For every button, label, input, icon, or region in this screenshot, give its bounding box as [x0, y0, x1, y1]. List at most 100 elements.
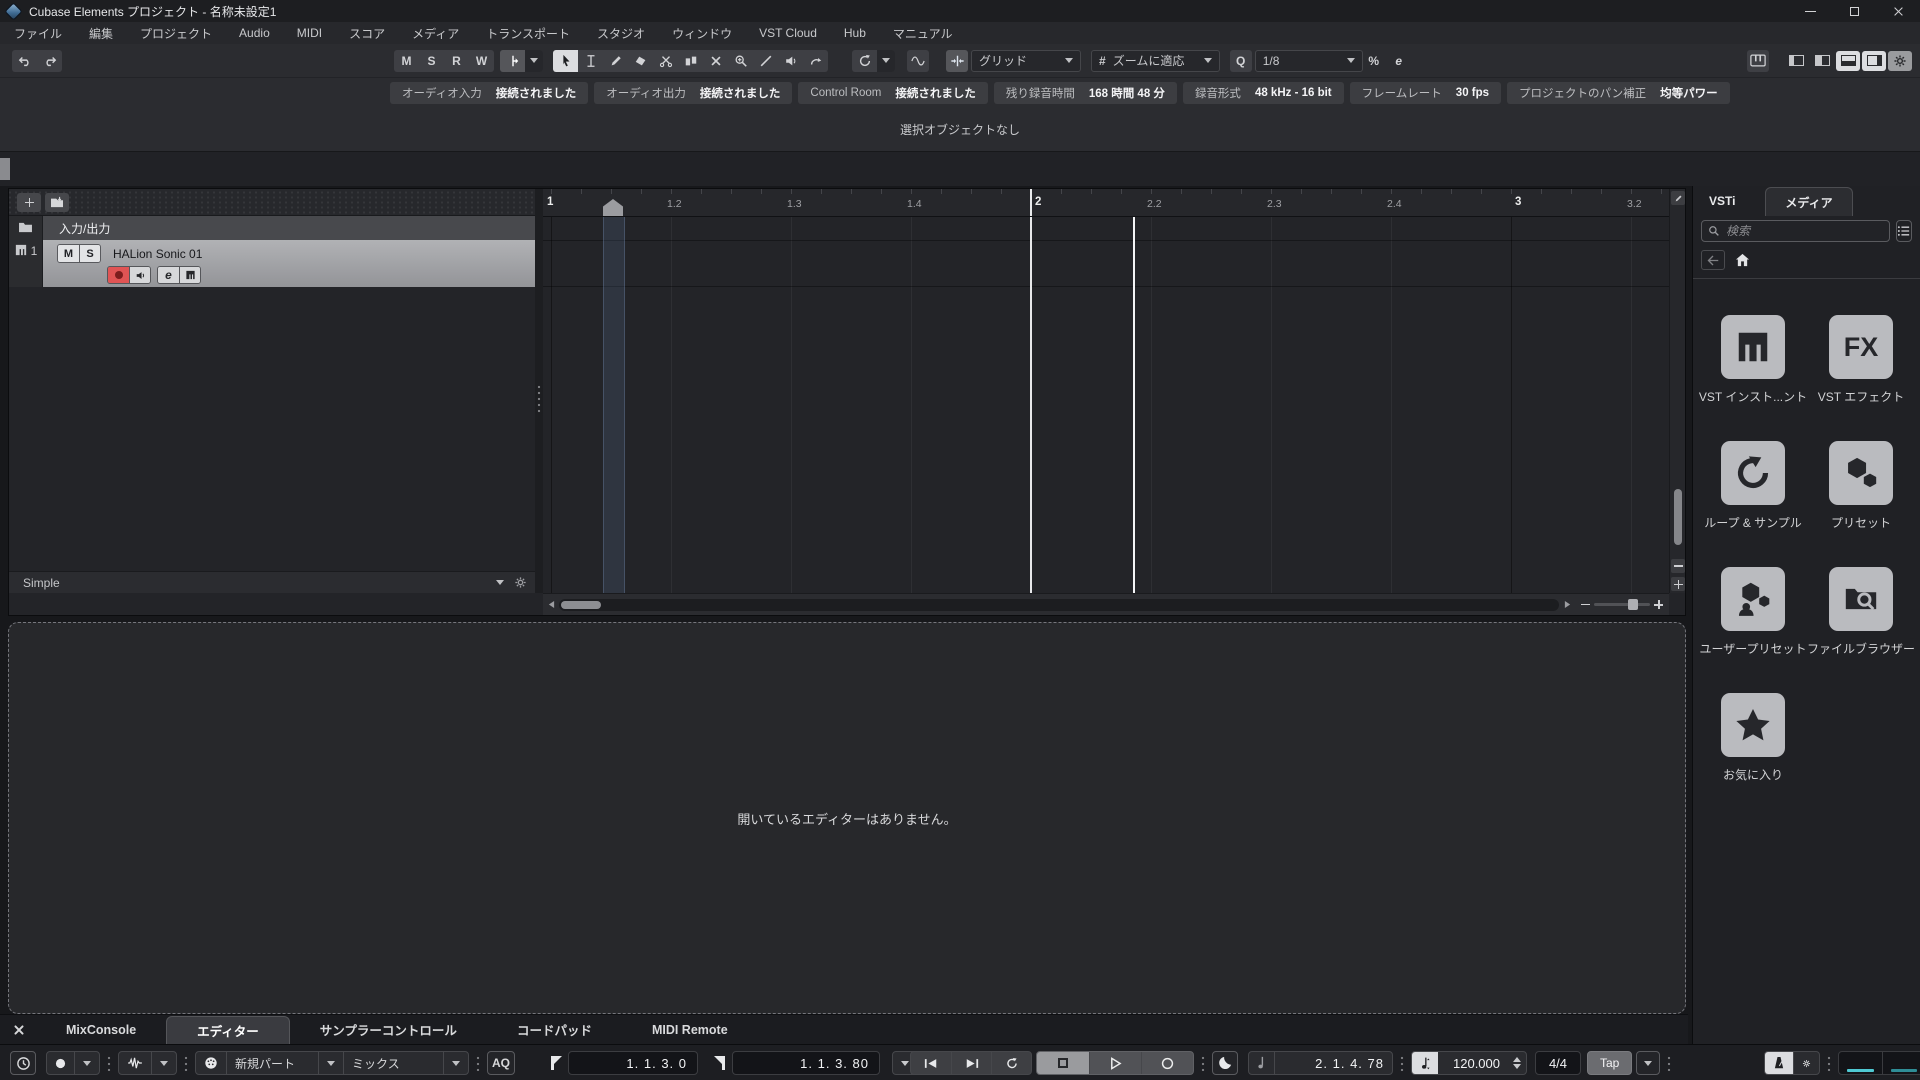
snap-type-dropdown[interactable]: グリッド — [971, 49, 1081, 72]
snap-on-off-button[interactable] — [946, 49, 968, 72]
open-quantize-panel-button[interactable]: e — [1388, 50, 1410, 72]
tempo-group[interactable]: 120.000 — [1411, 1051, 1527, 1075]
horizontal-scrollbar[interactable] — [543, 593, 1669, 615]
maximize-button[interactable] — [1832, 0, 1876, 22]
playhead-handle[interactable] — [603, 199, 623, 216]
zoom-in-vertical-button[interactable] — [1671, 577, 1685, 591]
click-settings-button[interactable] — [1793, 1052, 1819, 1074]
right-locator-icon[interactable] — [712, 1055, 728, 1071]
minimize-button[interactable] — [1788, 0, 1832, 22]
solo-all-button[interactable]: S — [419, 50, 444, 72]
divider-handle[interactable] — [0, 158, 10, 180]
home-button[interactable] — [1735, 253, 1750, 267]
zoom-in-icon[interactable] — [1654, 600, 1663, 609]
tab-sampler-control[interactable]: サンプラーコントロール — [290, 1015, 487, 1044]
view-preset-caret[interactable] — [496, 580, 504, 585]
menu-project[interactable]: プロジェクト — [140, 25, 212, 42]
autoscroll-options-button[interactable] — [525, 49, 543, 72]
track-versions-options-button[interactable] — [877, 49, 895, 72]
track-versions-button[interactable] — [852, 50, 877, 72]
frame-rate[interactable]: フレームレート 30 fps — [1349, 82, 1502, 104]
play-button[interactable] — [1089, 1052, 1141, 1074]
read-automation-button[interactable]: R — [444, 50, 469, 72]
media-tile-presets[interactable]: プリセット — [1807, 441, 1915, 531]
tool-draw[interactable] — [603, 50, 628, 72]
horizontal-scroll-thumb[interactable] — [561, 600, 601, 609]
event-grid[interactable] — [543, 217, 1669, 593]
menu-edit[interactable]: 編集 — [89, 25, 113, 42]
tab-editor[interactable]: エディター — [166, 1016, 290, 1044]
media-tile-file-browser[interactable]: ファイルブラウザー — [1807, 567, 1915, 657]
results-view-button[interactable] — [1896, 220, 1912, 242]
metronome-click-button[interactable] — [1212, 1051, 1238, 1075]
tempo-options-button[interactable] — [1636, 1051, 1661, 1075]
vertical-scroll-thumb[interactable] — [1674, 489, 1682, 545]
menu-hub[interactable]: Hub — [844, 26, 866, 40]
auto-quantize-button[interactable]: AQ — [487, 1051, 515, 1075]
record-format[interactable]: 録音形式 48 kHz - 16 bit — [1182, 82, 1344, 104]
edit-instrument-button[interactable]: e — [158, 267, 179, 283]
snap-to-zero-button[interactable] — [907, 49, 929, 72]
instrument-track-row[interactable]: 1 M S HALion Sonic 01 e — [9, 240, 535, 287]
zoom-out-icon[interactable] — [1581, 603, 1590, 606]
track-solo-button[interactable]: S — [79, 245, 100, 262]
open-instrument-button[interactable] — [179, 267, 200, 283]
tool-erase[interactable] — [628, 50, 653, 72]
zoom-out-vertical-button[interactable] — [1671, 559, 1685, 573]
tempo-spinner[interactable] — [1508, 1057, 1526, 1069]
audio-input-status[interactable]: オーディオ入力 接続されました — [390, 82, 589, 104]
scroll-left-button[interactable] — [543, 594, 559, 616]
time-signature-display[interactable]: 4/4 — [1535, 1051, 1581, 1075]
output-level-meter[interactable] — [1838, 1051, 1920, 1075]
constrain-delay-button[interactable] — [10, 1051, 36, 1075]
quantize-preset-dropdown[interactable]: 1/8 — [1254, 49, 1363, 72]
tool-feedback[interactable] — [803, 50, 828, 72]
tool-play[interactable] — [778, 50, 803, 72]
toggle-lower-zone-button[interactable] — [1836, 50, 1860, 71]
go-to-next-marker-button[interactable] — [951, 1052, 991, 1074]
left-locator-icon[interactable] — [548, 1055, 564, 1071]
toggle-right-zone-button[interactable] — [1862, 50, 1886, 71]
tap-tempo-button[interactable]: Tap — [1587, 1051, 1633, 1075]
menu-window[interactable]: ウィンドウ — [672, 25, 732, 42]
redo-button[interactable] — [37, 50, 62, 72]
search-input[interactable] — [1726, 224, 1883, 238]
vertical-scrollbar[interactable] — [1669, 189, 1685, 593]
pan-law[interactable]: プロジェクトのパン補正 均等パワー — [1507, 82, 1730, 104]
audio-record-mode-group[interactable] — [118, 1051, 177, 1075]
tab-media[interactable]: メディア — [1765, 187, 1853, 216]
toggle-left-zone-button[interactable] — [1784, 51, 1808, 71]
back-button[interactable] — [1701, 250, 1725, 270]
tool-range-selection[interactable] — [578, 50, 603, 72]
menu-media[interactable]: メディア — [412, 25, 459, 42]
media-tile-vst-instruments[interactable]: VST インスト...ント — [1699, 315, 1807, 405]
view-preset-label[interactable]: Simple — [23, 576, 60, 590]
record-button[interactable] — [1141, 1052, 1193, 1074]
timeline-ruler[interactable]: 1 1.2 1.3 1.4 2 2.2 2.3 2.4 3 3.2 — [543, 189, 1669, 217]
track-mute-button[interactable]: M — [58, 245, 79, 262]
add-track-button[interactable] — [17, 192, 41, 212]
tool-object-selection[interactable] — [553, 49, 578, 72]
metronome-button[interactable] — [1765, 1052, 1793, 1074]
tool-line[interactable] — [753, 50, 778, 72]
menu-scores[interactable]: スコア — [349, 25, 385, 42]
tool-glue[interactable] — [678, 50, 703, 72]
media-tile-user-presets[interactable]: ユーザープリセット — [1699, 567, 1807, 657]
zoom-slider[interactable] — [1594, 599, 1650, 610]
write-automation-button[interactable]: W — [469, 50, 494, 72]
menu-file[interactable]: ファイル — [14, 25, 62, 42]
audio-output-status[interactable]: オーディオ出力 接続されました — [594, 82, 793, 104]
tab-mixconsole[interactable]: MixConsole — [36, 1015, 166, 1044]
tab-midi-remote[interactable]: MIDI Remote — [622, 1015, 758, 1044]
tool-zoom[interactable] — [728, 50, 753, 72]
media-tile-vst-effects[interactable]: FX VST エフェクト — [1807, 315, 1915, 405]
toggle-inspector-button[interactable] — [1810, 51, 1834, 71]
menu-vst-cloud[interactable]: VST Cloud — [759, 26, 817, 40]
close-button[interactable] — [1876, 0, 1920, 22]
monitor-button[interactable] — [129, 267, 150, 283]
primary-time-display[interactable]: 2. 1. 4. 78 — [1248, 1051, 1393, 1075]
setup-window-layout-button[interactable] — [1888, 50, 1912, 71]
folder-track-row[interactable]: 入力/出力 — [9, 216, 535, 240]
ruler-options-button[interactable] — [1671, 191, 1685, 205]
tool-mute[interactable] — [703, 50, 728, 72]
